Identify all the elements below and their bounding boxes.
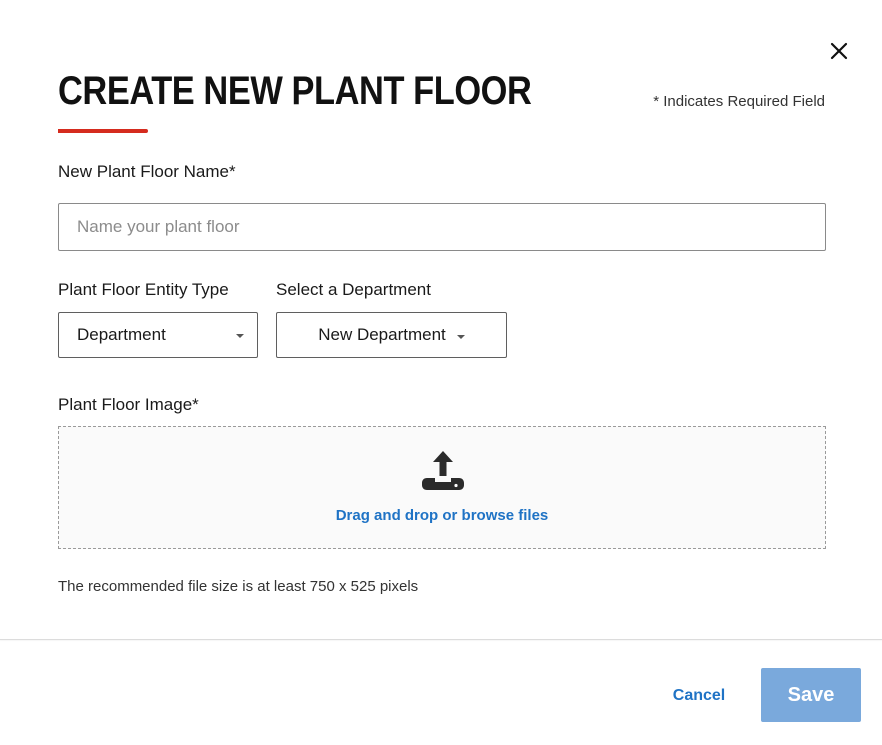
- entity-type-label: Plant Floor Entity Type: [58, 280, 229, 299]
- entity-type-select[interactable]: Department: [58, 312, 258, 358]
- browse-files-link[interactable]: Drag and drop or browse files: [59, 507, 825, 524]
- dialog-title: CREATE NEW PLANT FLOOR: [58, 69, 532, 113]
- cancel-button[interactable]: Cancel: [660, 682, 738, 710]
- plant-floor-name-input[interactable]: [58, 203, 826, 251]
- footer-divider: [0, 639, 882, 640]
- plant-floor-name-label: New Plant Floor Name*: [58, 162, 236, 181]
- chevron-down-icon: [236, 334, 244, 338]
- department-selected-value: New Department: [318, 325, 446, 344]
- save-button[interactable]: Save: [761, 668, 861, 722]
- upload-icon: [422, 451, 464, 490]
- department-select[interactable]: New Department: [276, 312, 507, 358]
- chevron-down-icon: [456, 334, 465, 339]
- entity-type-selected-value: Department: [77, 325, 166, 344]
- required-field-note: * Indicates Required Field: [653, 93, 825, 110]
- close-button[interactable]: [826, 38, 852, 64]
- close-icon: [830, 42, 848, 60]
- plant-floor-image-label: Plant Floor Image*: [58, 395, 199, 414]
- file-size-hint: The recommended file size is at least 75…: [58, 578, 419, 595]
- create-plant-floor-dialog: CREATE NEW PLANT FLOOR * Indicates Requi…: [0, 0, 882, 745]
- department-label: Select a Department: [276, 280, 431, 299]
- title-accent-bar: [58, 129, 148, 133]
- image-dropzone[interactable]: Drag and drop or browse files: [58, 426, 826, 549]
